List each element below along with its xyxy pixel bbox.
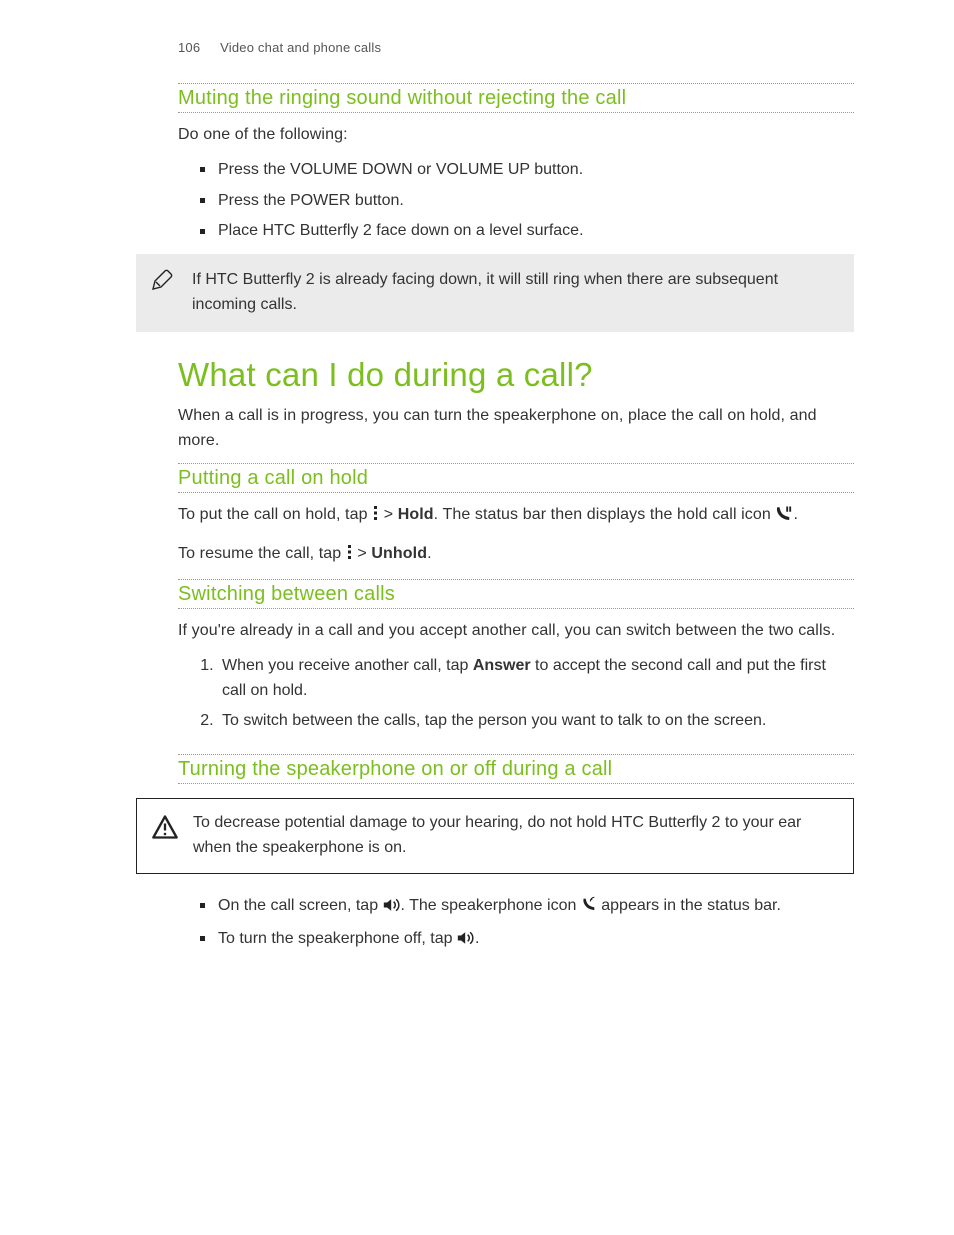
divider <box>178 608 854 609</box>
answer-label: Answer <box>473 657 531 674</box>
speaker-icon <box>457 929 475 954</box>
switching-intro: If you're already in a call and you acce… <box>178 619 854 644</box>
pencil-icon <box>150 268 174 301</box>
divider <box>178 579 854 580</box>
subheading-muting: Muting the ringing sound without rejecti… <box>178 87 854 110</box>
switching-steps: When you receive another call, tap Answe… <box>178 654 854 734</box>
divider <box>178 783 854 784</box>
warning-icon <box>151 813 179 850</box>
hold-paragraph-1: To put the call on hold, tap > Hold. The… <box>178 503 854 532</box>
divider <box>178 112 854 113</box>
document-page: 106 Video chat and phone calls Muting th… <box>0 0 954 1235</box>
subheading-hold: Putting a call on hold <box>178 467 854 490</box>
warning-text: To decrease potential damage to your hea… <box>193 814 801 856</box>
more-vertical-icon <box>372 505 379 530</box>
list-item: On the call screen, tap . The speakerpho… <box>218 894 854 921</box>
divider <box>178 83 854 84</box>
speaker-icon <box>383 896 401 921</box>
list-item: To turn the speakerphone off, tap . <box>218 927 854 954</box>
list-item: Press the VOLUME DOWN or VOLUME UP butto… <box>218 158 854 183</box>
during-call-intro: When a call is in progress, you can turn… <box>178 404 854 454</box>
speakerphone-status-icon <box>581 896 597 921</box>
divider <box>178 754 854 755</box>
hold-paragraph-2: To resume the call, tap > Unhold. <box>178 542 854 569</box>
call-hold-icon <box>775 505 793 532</box>
list-item: Press the POWER button. <box>218 189 854 214</box>
page-header: 106 Video chat and phone calls <box>178 40 854 55</box>
note-block: If HTC Butterfly 2 is already facing dow… <box>136 254 854 332</box>
list-item: To switch between the calls, tap the per… <box>218 709 854 734</box>
list-item: When you receive another call, tap Answe… <box>218 654 854 704</box>
subheading-speaker: Turning the speakerphone on or off durin… <box>178 758 854 781</box>
unhold-label: Unhold <box>371 545 427 562</box>
hold-label: Hold <box>398 506 434 523</box>
main-heading: What can I do during a call? <box>178 356 854 394</box>
warning-block: To decrease potential damage to your hea… <box>136 798 854 874</box>
note-text: If HTC Butterfly 2 is already facing dow… <box>192 271 778 313</box>
section-title: Video chat and phone calls <box>220 40 381 55</box>
muting-intro: Do one of the following: <box>178 123 854 148</box>
more-vertical-icon <box>346 544 353 569</box>
divider <box>178 463 854 464</box>
page-number: 106 <box>178 40 200 55</box>
muting-bullets: Press the VOLUME DOWN or VOLUME UP butto… <box>178 158 854 244</box>
subheading-switching: Switching between calls <box>178 583 854 606</box>
divider <box>178 492 854 493</box>
list-item: Place HTC Butterfly 2 face down on a lev… <box>218 219 854 244</box>
speaker-bullets: On the call screen, tap . The speakerpho… <box>178 894 854 954</box>
